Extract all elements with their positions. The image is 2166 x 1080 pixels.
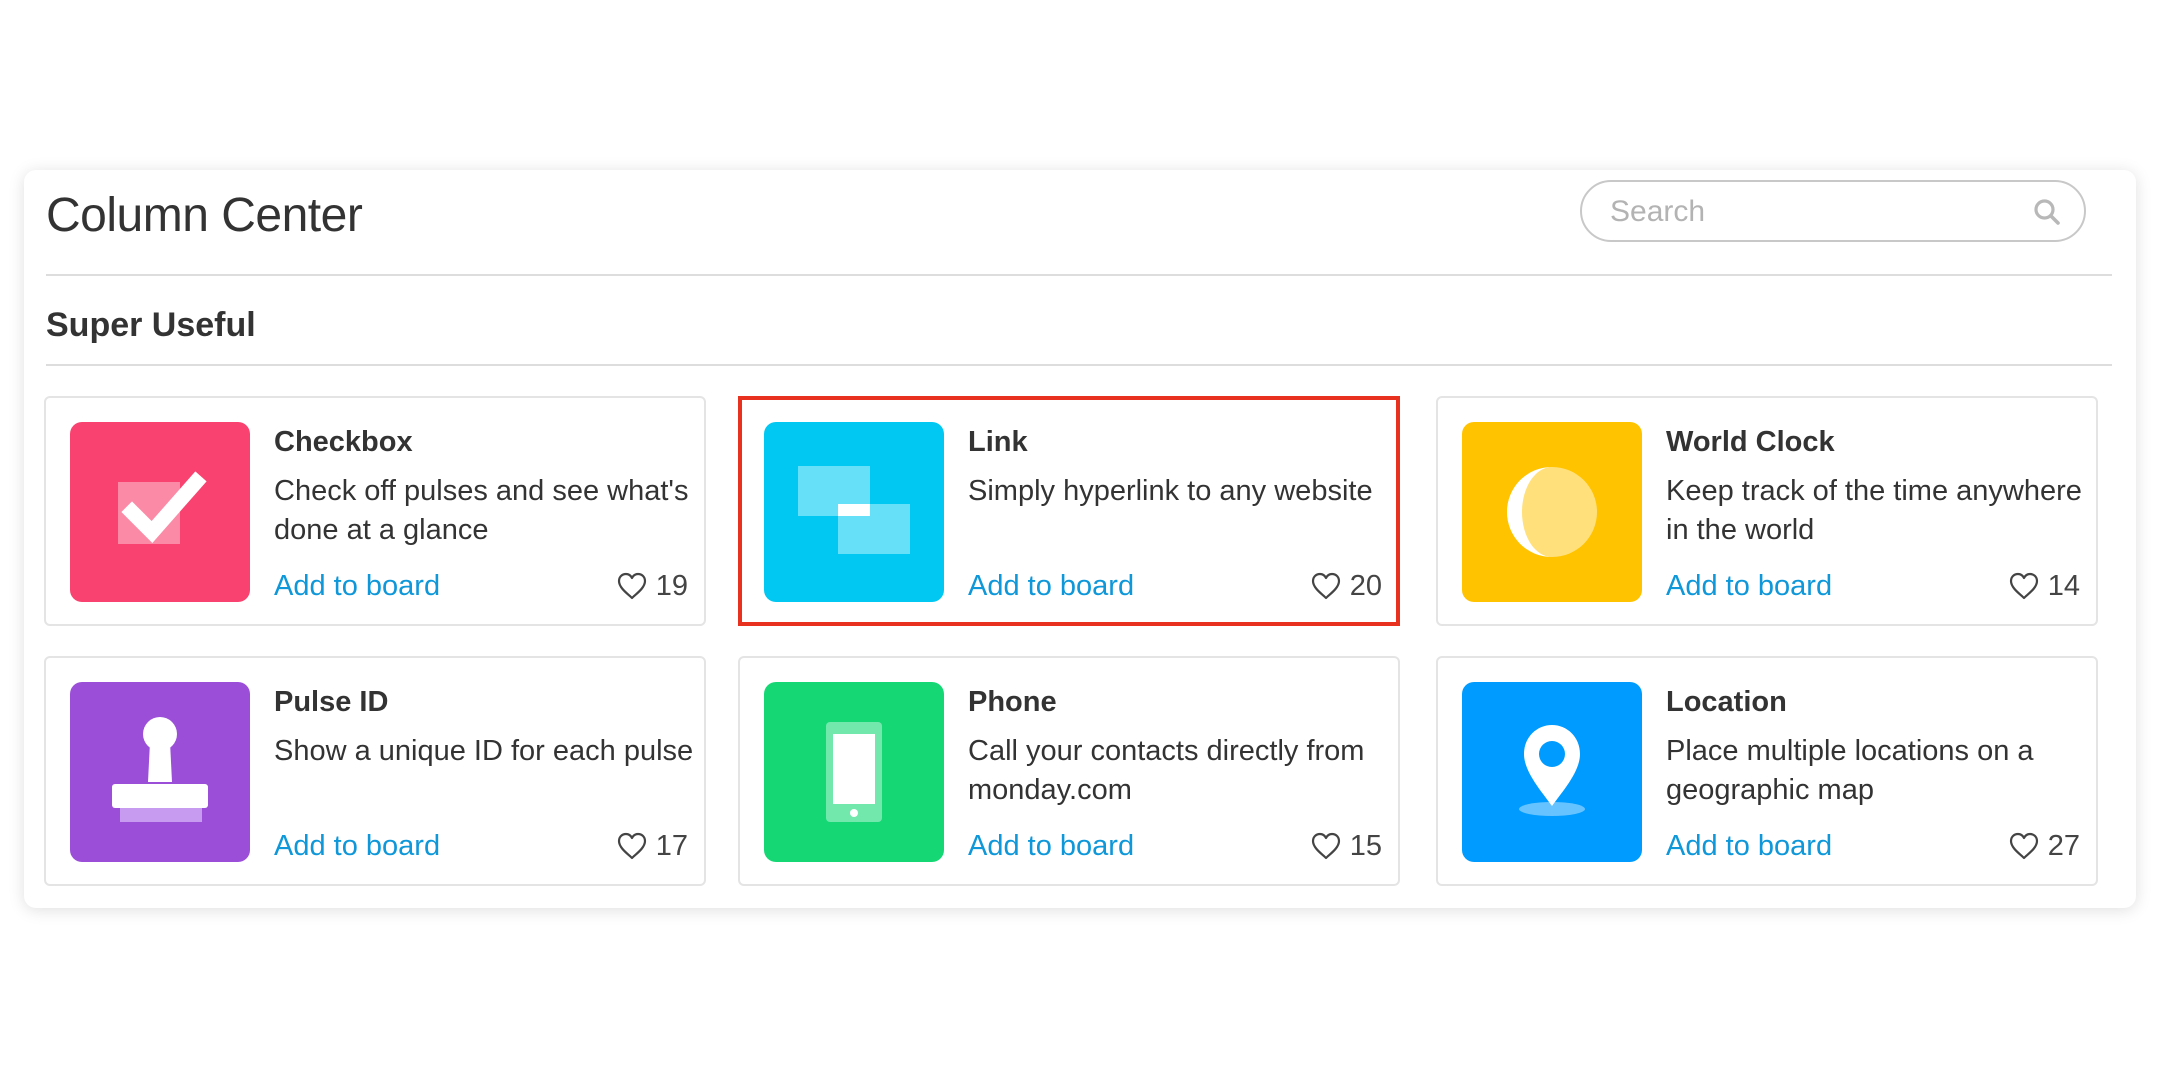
card-title: World Clock (1666, 426, 1835, 458)
card-description: Show a unique ID for each pulse (274, 735, 694, 767)
column-card-link[interactable]: Link Simply hyperlink to any website Add… (738, 396, 1400, 626)
moon-icon (1507, 467, 1597, 557)
stamp-icon (112, 717, 208, 822)
like-button[interactable]: 20 (1310, 568, 1382, 604)
card-title: Phone (968, 686, 1057, 718)
search-icon[interactable] (2032, 197, 2062, 227)
like-count: 14 (2047, 569, 2080, 602)
heart-icon (2009, 832, 2038, 860)
add-to-board-link[interactable]: Add to board (274, 830, 440, 863)
heart-icon (1311, 572, 1340, 600)
card-description: Place multiple locations on a geographic… (1666, 735, 2034, 806)
add-to-board-link[interactable]: Add to board (1666, 570, 1832, 603)
card-title: Pulse ID (274, 686, 389, 718)
location-column-tile (1462, 682, 1642, 862)
pulse-id-column-tile (70, 682, 250, 862)
location-pin-icon (1519, 725, 1585, 816)
like-button[interactable]: 17 (616, 828, 688, 864)
search-box[interactable] (1580, 180, 2086, 242)
column-card-checkbox[interactable]: Checkbox Check off pulses and see what's… (44, 396, 706, 626)
phone-column-tile (764, 682, 944, 862)
like-count: 20 (1349, 569, 1382, 602)
add-to-board-link[interactable]: Add to board (968, 830, 1134, 863)
card-description: Call your contacts directly from monday.… (968, 735, 1365, 806)
section-divider (46, 364, 2112, 366)
column-card-phone[interactable]: Phone Call your contacts directly from m… (738, 656, 1400, 886)
like-button[interactable]: 27 (2008, 828, 2080, 864)
card-description: Keep track of the time anywhere in the w… (1666, 475, 2082, 546)
like-button[interactable]: 15 (1310, 828, 1382, 864)
card-title: Link (968, 426, 1028, 458)
header-divider (46, 274, 2112, 276)
phone-icon (826, 722, 882, 822)
search-input[interactable] (1610, 194, 2030, 230)
world-clock-column-tile (1462, 422, 1642, 602)
card-title: Location (1666, 686, 1787, 718)
add-to-board-link[interactable]: Add to board (1666, 830, 1832, 863)
column-card-location[interactable]: Location Place multiple locations on a g… (1436, 656, 2098, 886)
screenshot-canvas: Column Center Super Useful Checkbox Chec… (0, 0, 2166, 1080)
column-card-world-clock[interactable]: World Clock Keep track of the time anywh… (1436, 396, 2098, 626)
heart-icon (617, 572, 646, 600)
card-description: Simply hyperlink to any website (968, 475, 1373, 507)
panel-title: Column Center (46, 189, 363, 242)
checkbox-icon (118, 471, 207, 544)
heart-icon (2009, 572, 2038, 600)
link-icon (798, 466, 910, 554)
like-count: 15 (1349, 829, 1382, 862)
add-to-board-link[interactable]: Add to board (968, 570, 1134, 603)
column-card-pulse-id[interactable]: Pulse ID Show a unique ID for each pulse… (44, 656, 706, 886)
like-count: 17 (655, 829, 688, 862)
like-button[interactable]: 14 (2008, 568, 2080, 604)
like-button[interactable]: 19 (616, 568, 688, 604)
add-to-board-link[interactable]: Add to board (274, 570, 440, 603)
card-title: Checkbox (274, 426, 413, 458)
heart-icon (1311, 832, 1340, 860)
card-description: Check off pulses and see what's done at … (274, 475, 689, 546)
heart-icon (617, 832, 646, 860)
section-title: Super Useful (46, 306, 256, 344)
like-count: 19 (655, 569, 688, 602)
like-count: 27 (2047, 829, 2080, 862)
checkbox-column-tile (70, 422, 250, 602)
column-center-panel: Column Center Super Useful Checkbox Chec… (24, 170, 2136, 908)
link-column-tile (764, 422, 944, 602)
